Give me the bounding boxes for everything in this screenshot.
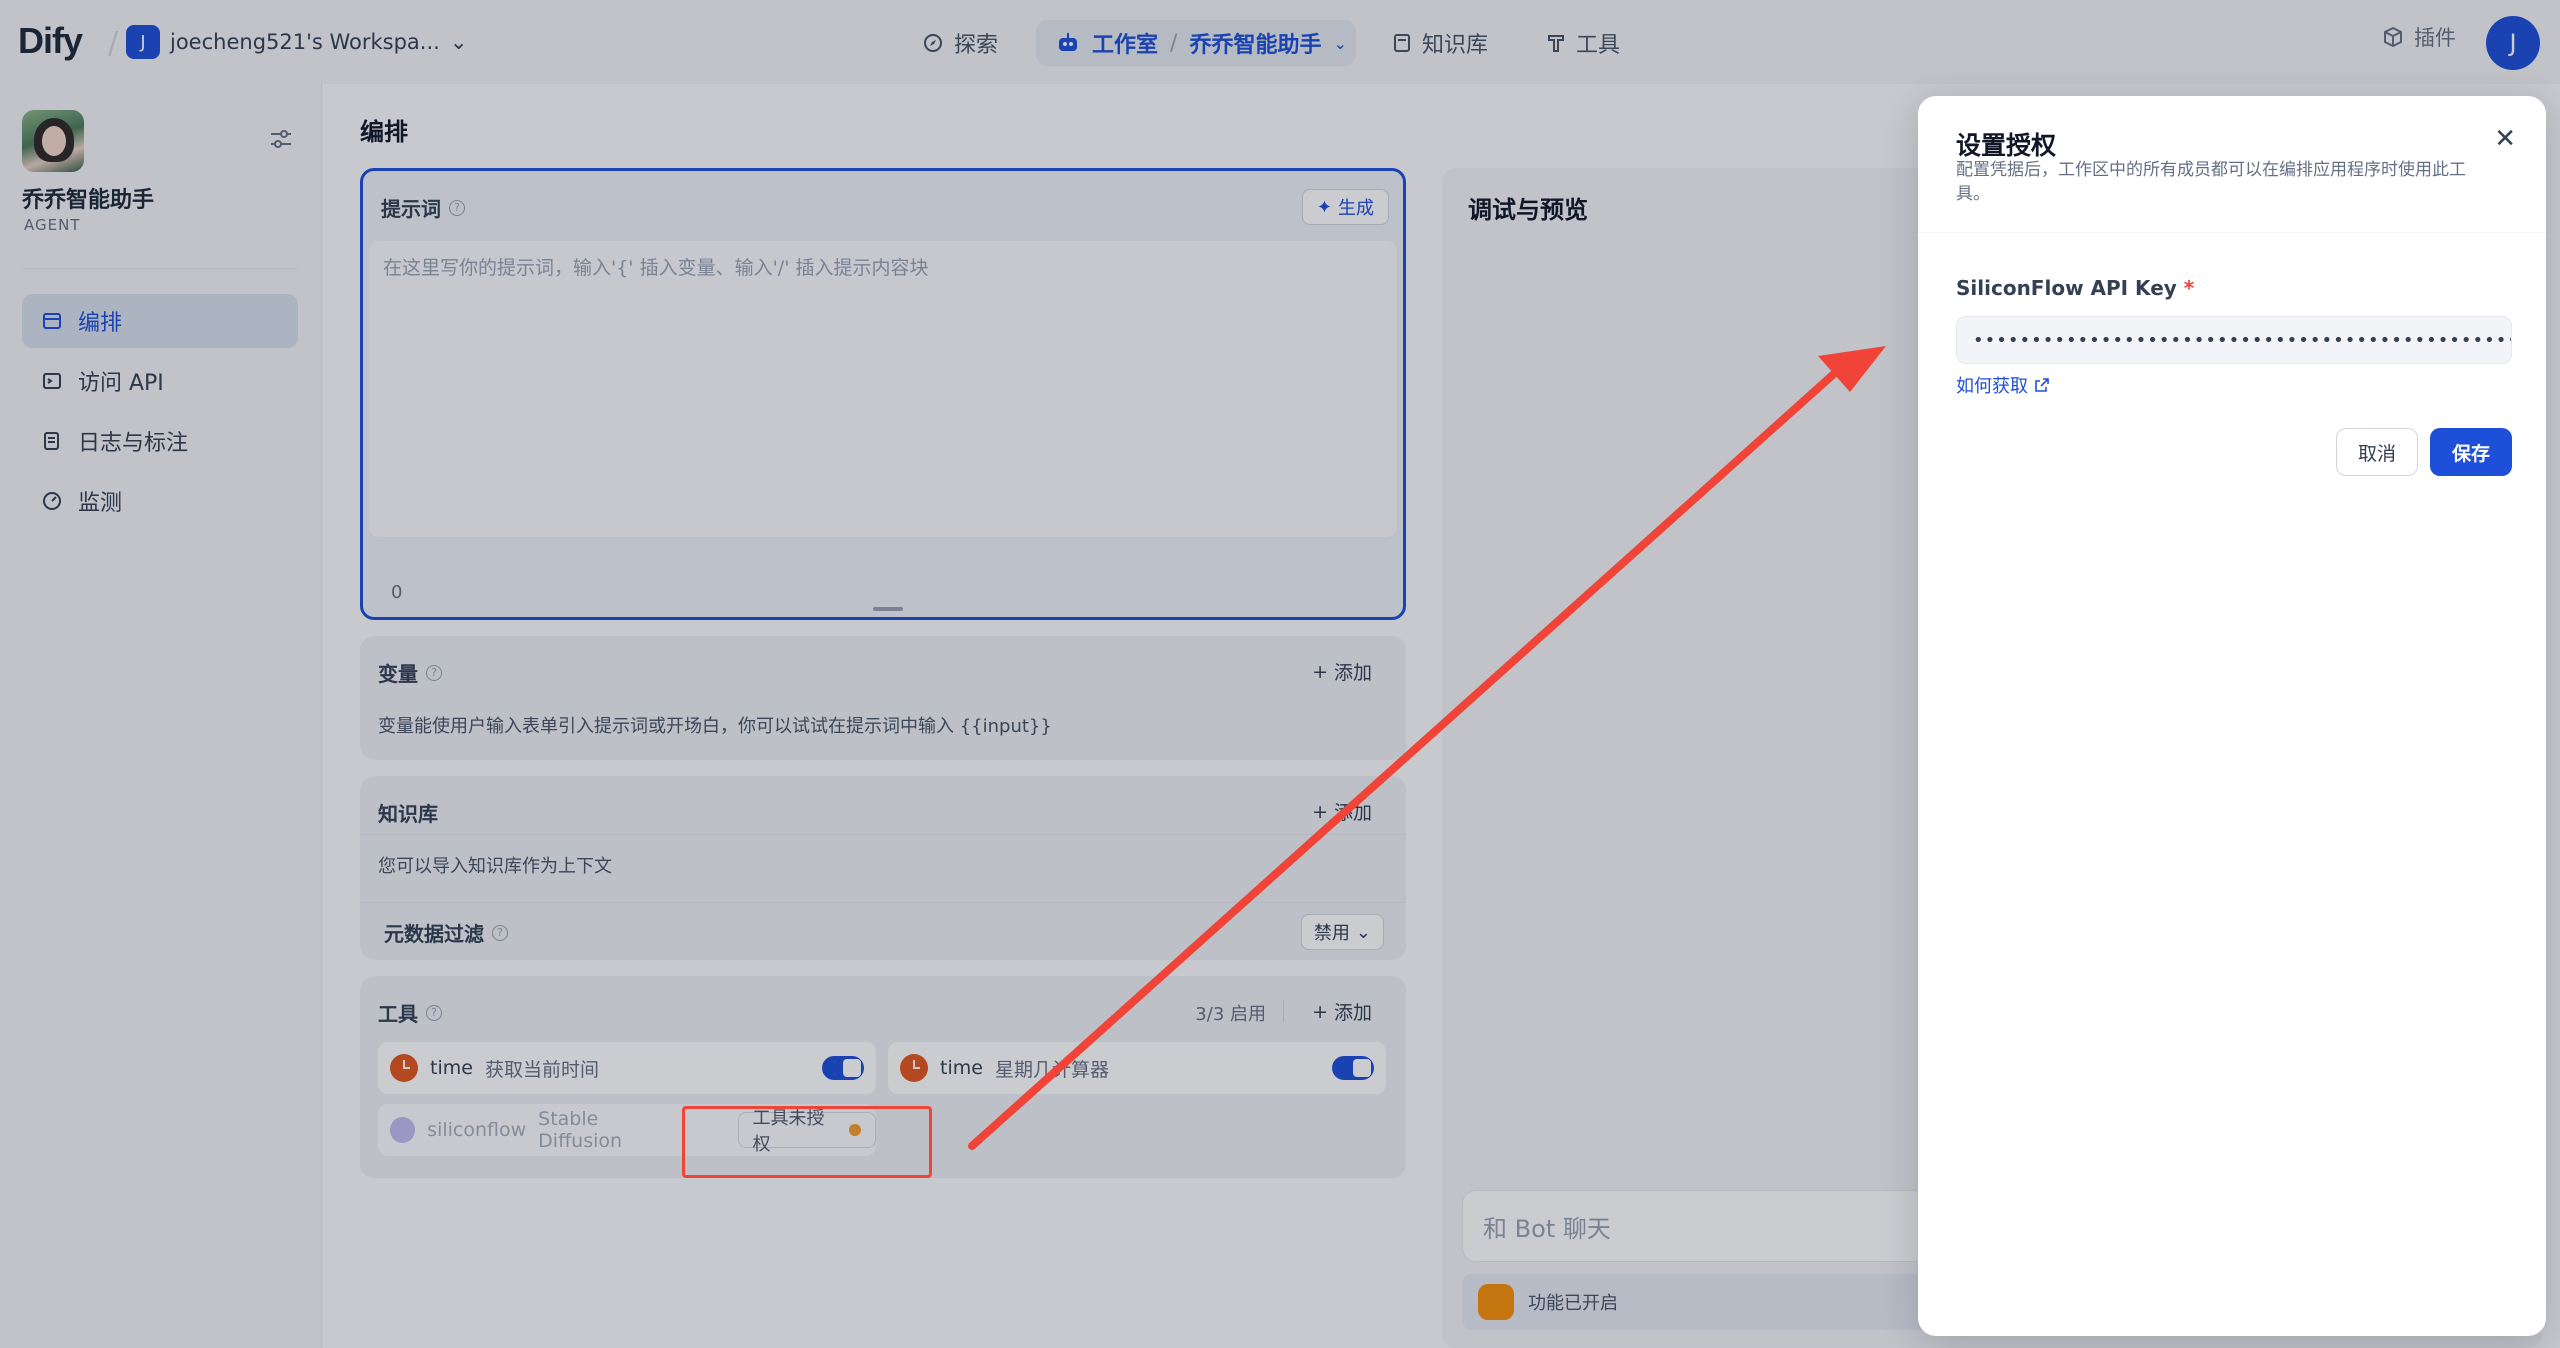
api-key-label-text: SiliconFlow API Key: [1956, 276, 2177, 300]
close-icon[interactable]: ✕: [2494, 124, 2516, 154]
dialog-title: 设置授权: [1956, 131, 2057, 160]
how-to-get-link[interactable]: 如何获取: [1956, 372, 2050, 398]
api-key-input[interactable]: [1956, 316, 2512, 364]
divider: [1918, 232, 2546, 233]
external-link-icon: [2035, 378, 2049, 392]
save-button[interactable]: 保存: [2430, 428, 2512, 476]
cancel-button[interactable]: 取消: [2336, 428, 2418, 476]
api-key-label: SiliconFlow API Key *: [1956, 276, 2194, 300]
annotation-arrow-shaft: [968, 368, 1840, 1150]
required-mark: *: [2183, 276, 2195, 300]
auth-dialog: 设置授权 配置凭据后，工作区中的所有成员都可以在编排应用程序时使用此工具。 ✕ …: [1918, 96, 2546, 1336]
dialog-description: 配置凭据后，工作区中的所有成员都可以在编排应用程序时使用此工具。: [1956, 160, 2466, 204]
annotation-arrow-head: [1818, 346, 1886, 392]
how-to-get-label: 如何获取: [1956, 376, 2028, 397]
